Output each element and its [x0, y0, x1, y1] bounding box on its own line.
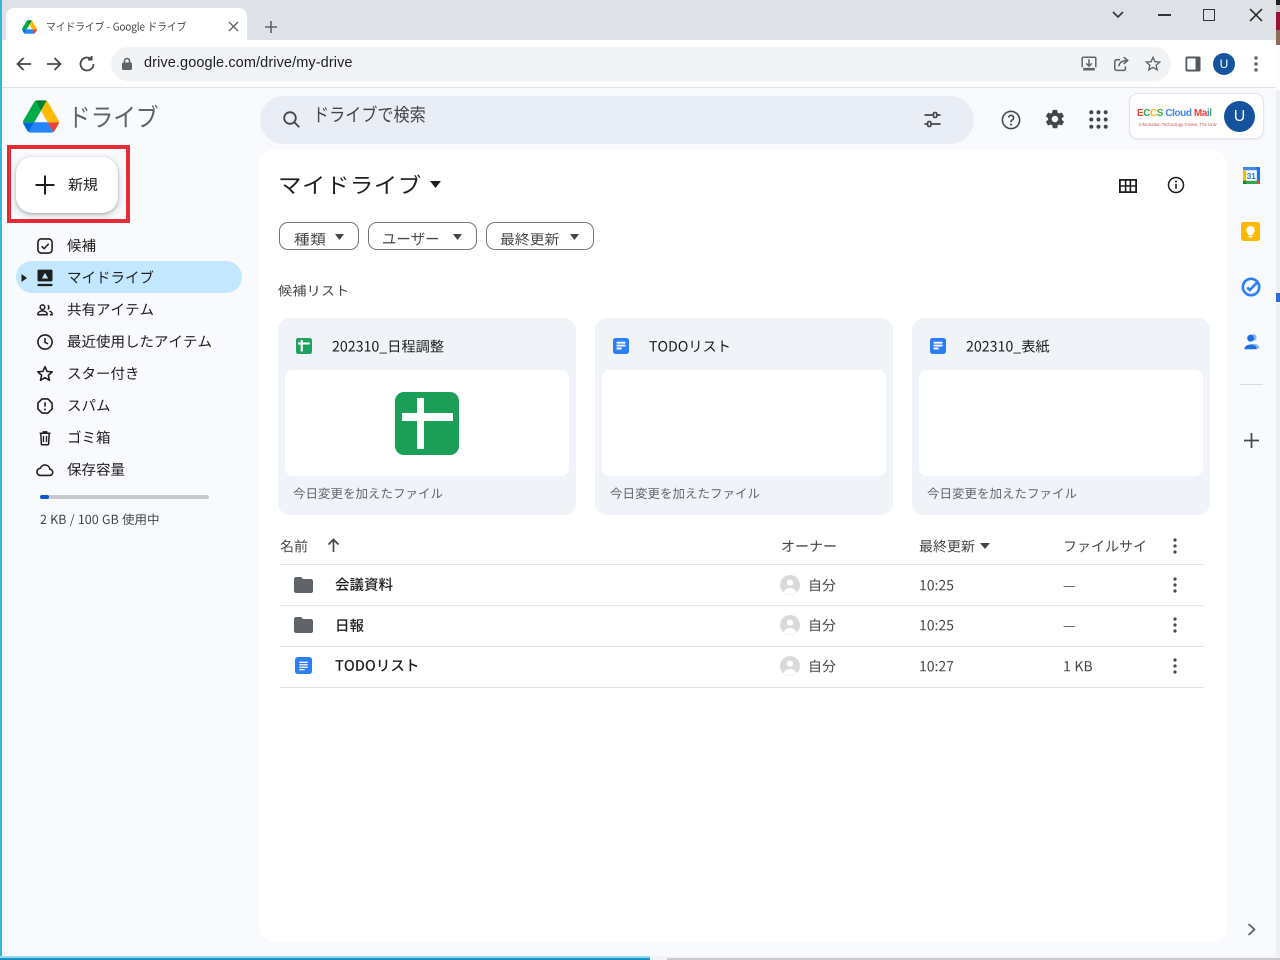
- svg-text:31: 31: [1247, 172, 1257, 181]
